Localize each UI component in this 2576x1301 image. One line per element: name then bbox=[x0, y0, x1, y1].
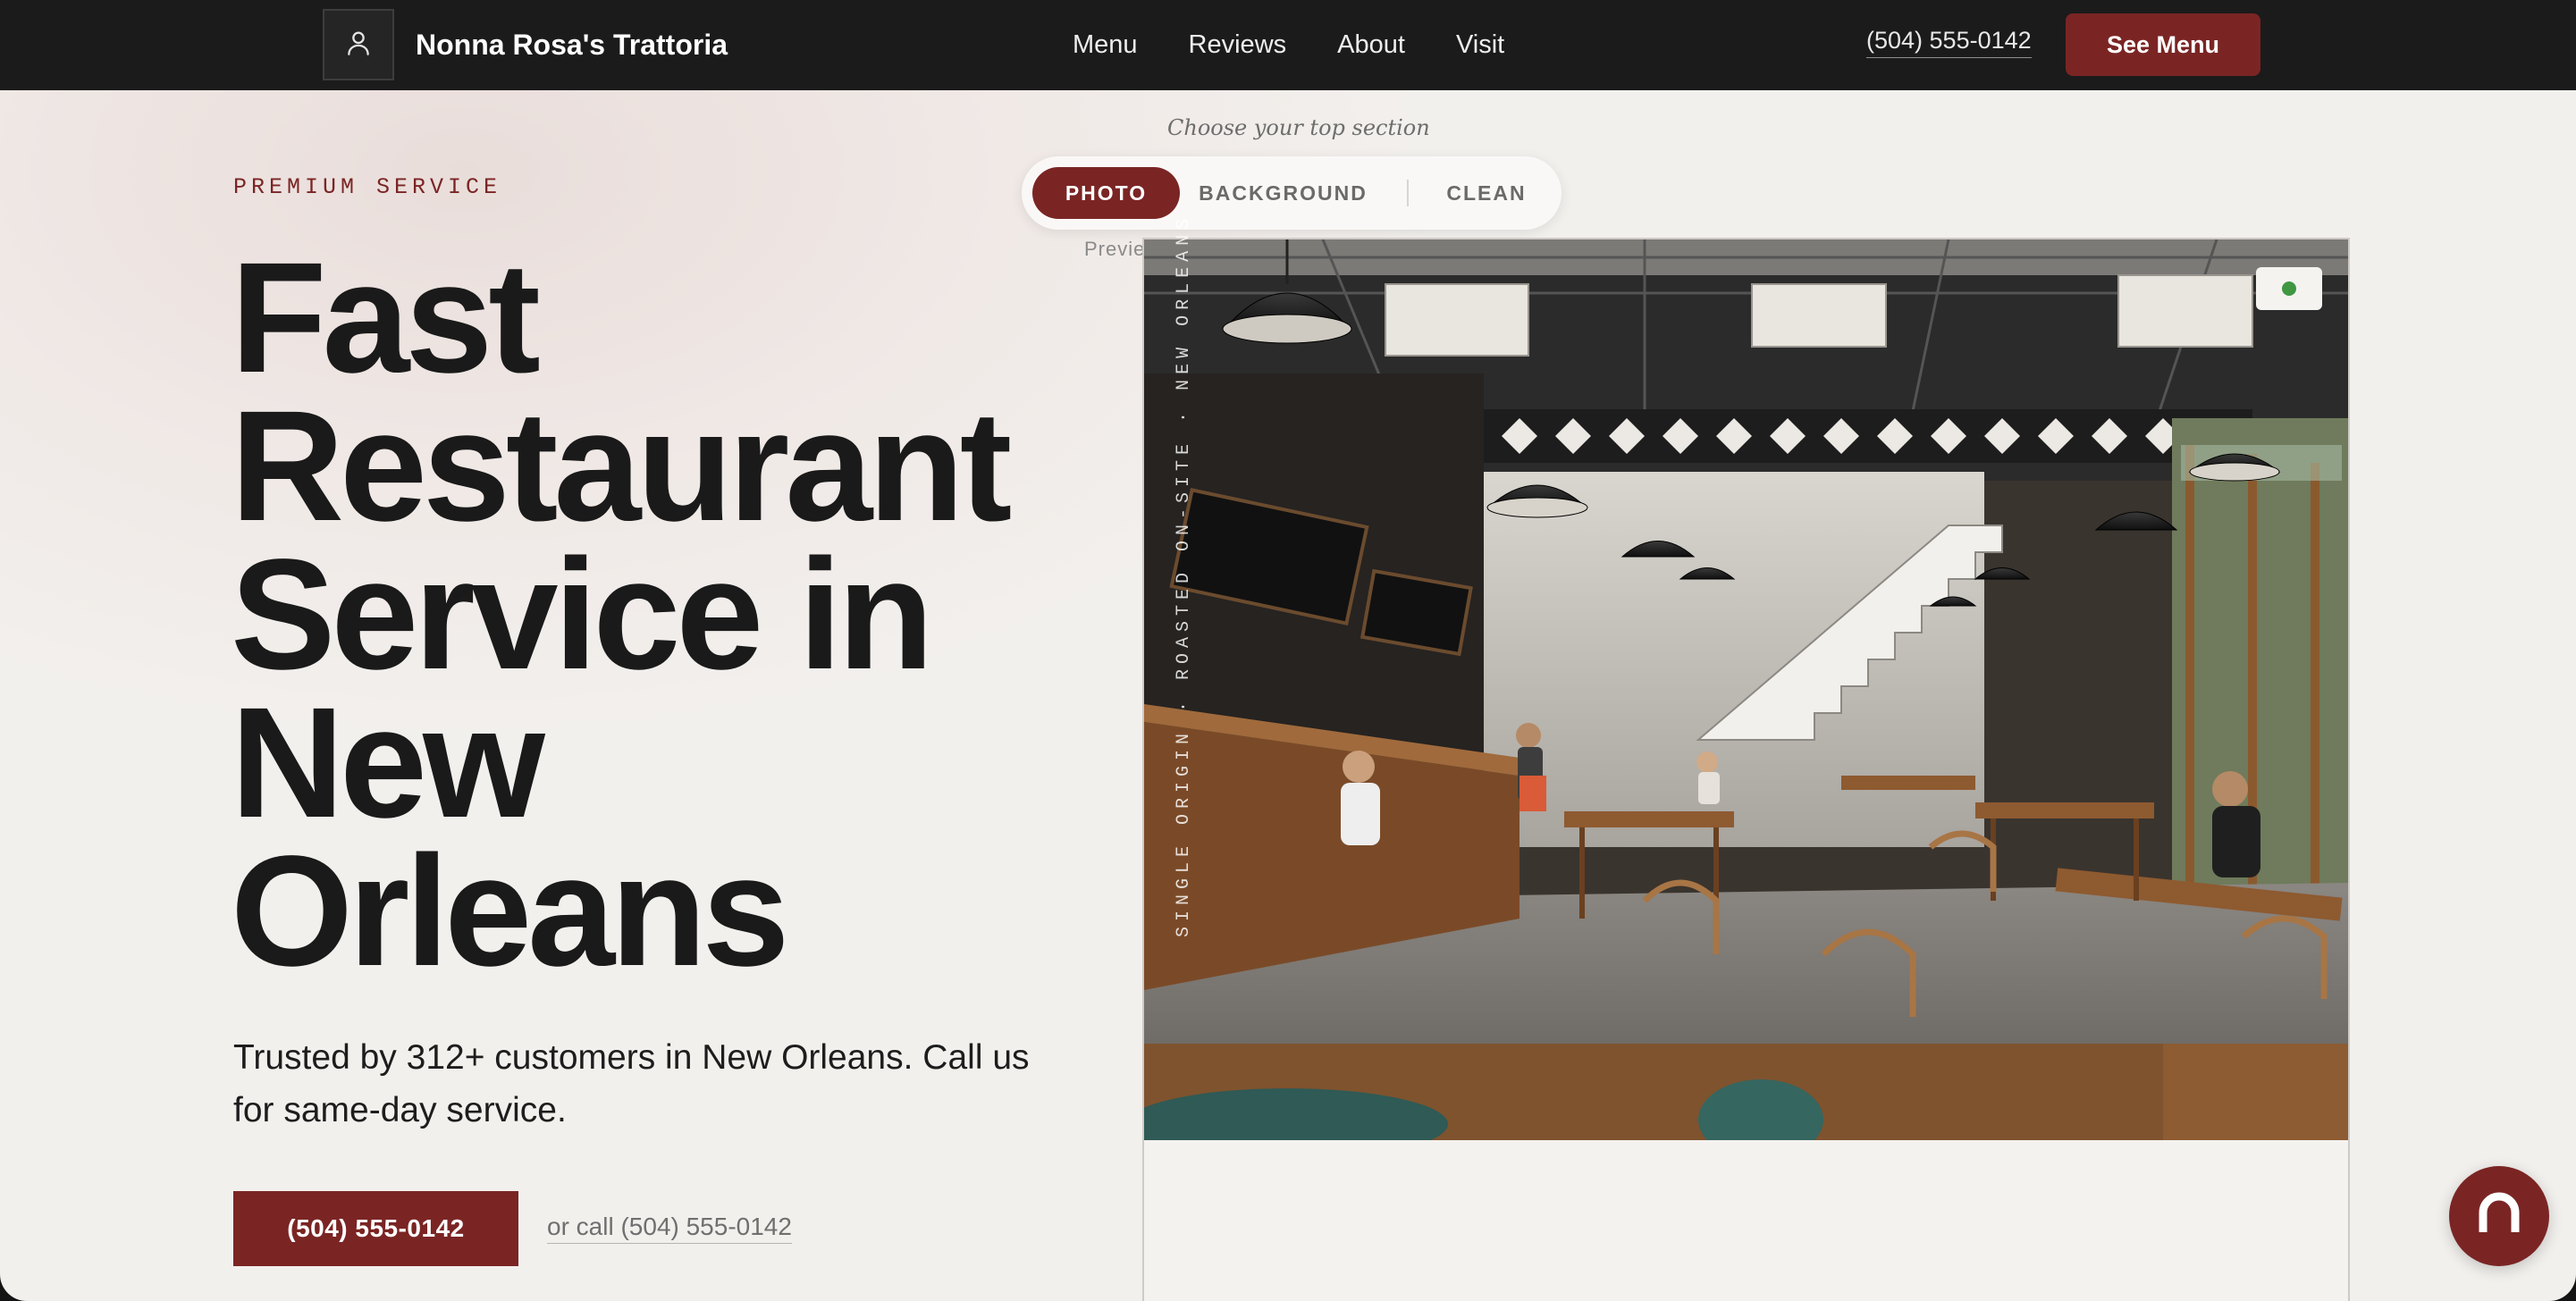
hero-photo-card bbox=[1142, 238, 2350, 1301]
option-clean[interactable]: CLEAN bbox=[1424, 167, 1549, 219]
hero-subtitle: Trusted by 312+ customers in New Orleans… bbox=[233, 1031, 1038, 1137]
hero-headline: Fast Restaurant Service in New Orleans bbox=[231, 231, 1089, 999]
option-photo[interactable]: PHOTO bbox=[1032, 167, 1180, 219]
subtitle-line: for same-day service. bbox=[233, 1091, 567, 1129]
headline-line: Orleans bbox=[231, 824, 789, 999]
user-icon bbox=[343, 28, 374, 63]
subtitle-line: Trusted by 312+ customers in New Orleans… bbox=[233, 1038, 1030, 1077]
main-nav: Menu Reviews About Visit bbox=[1073, 0, 1555, 90]
nav-link-about[interactable]: About bbox=[1337, 30, 1405, 60]
top-navigation-bar: Nonna Rosa's Trattoria Menu Reviews Abou… bbox=[0, 0, 2576, 90]
nav-link-reviews[interactable]: Reviews bbox=[1189, 30, 1287, 60]
option-background[interactable]: BACKGROUND bbox=[1191, 167, 1375, 219]
section-picker-toggle: PHOTO BACKGROUND CLEAN bbox=[1022, 156, 1562, 230]
headline-line: Restaurant bbox=[231, 379, 1012, 554]
headline-line: New bbox=[231, 676, 545, 851]
status-dot-icon bbox=[2282, 281, 2296, 296]
live-status-badge bbox=[2256, 267, 2322, 310]
nav-link-visit[interactable]: Visit bbox=[1456, 30, 1504, 60]
headline-line: Fast bbox=[231, 231, 541, 406]
photo-vertical-caption: SINGLE ORIGIN · ROASTED ON-SITE · NEW OR… bbox=[1174, 213, 1194, 937]
header-phone-link[interactable]: (504) 555-0142 bbox=[1866, 27, 2032, 58]
restaurant-interior-photo bbox=[1144, 239, 2348, 1140]
headline-line: Service in bbox=[231, 527, 934, 702]
hero-section: PREMIUM SERVICE Fast Restaurant Service … bbox=[0, 90, 2576, 1301]
call-phone-button[interactable]: (504) 555-0142 bbox=[233, 1191, 518, 1266]
chat-launcher-button[interactable] bbox=[2449, 1166, 2549, 1266]
logo-badge[interactable] bbox=[323, 9, 394, 80]
nav-link-menu[interactable]: Menu bbox=[1073, 30, 1138, 60]
alt-call-link[interactable]: or call (504) 555-0142 bbox=[547, 1213, 792, 1244]
hero-eyebrow: PREMIUM SERVICE bbox=[233, 174, 502, 200]
see-menu-button[interactable]: See Menu bbox=[2066, 13, 2260, 76]
section-picker-prompt: Choose your top section bbox=[1167, 115, 1430, 140]
toggle-divider bbox=[1407, 180, 1409, 206]
brand-name[interactable]: Nonna Rosa's Trattoria bbox=[416, 0, 728, 90]
preview-label: Previe bbox=[1084, 238, 1146, 260]
chat-bubble-icon bbox=[2474, 1189, 2524, 1244]
